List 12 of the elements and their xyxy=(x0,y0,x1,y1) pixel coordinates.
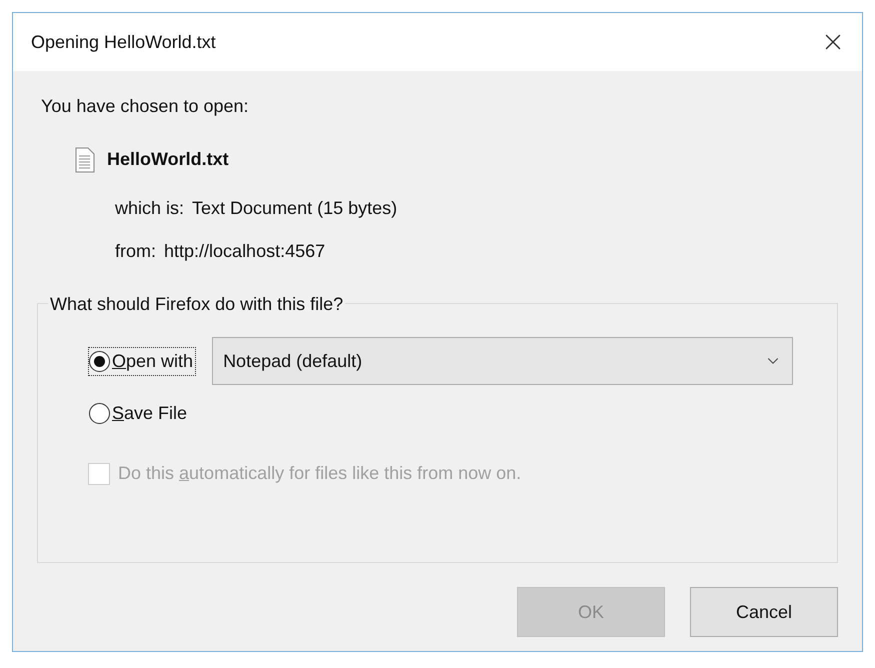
file-name: HelloWorld.txt xyxy=(107,148,229,171)
from-label: from: xyxy=(115,240,156,263)
type-label: which is: xyxy=(115,197,184,220)
radio-option[interactable]: Save File xyxy=(88,398,190,428)
dialog-button[interactable]: Cancel xyxy=(690,587,838,637)
type-value: Text Document (15 bytes) xyxy=(192,197,398,220)
from-value: http://localhost:4567 xyxy=(164,240,326,263)
document-icon xyxy=(75,146,95,172)
radio-option[interactable]: Open with xyxy=(88,346,196,376)
app-dropdown[interactable]: Notepad (default) xyxy=(212,337,793,385)
window-title: Opening HelloWorld.txt xyxy=(31,30,216,54)
intro-text: You have chosen to open: xyxy=(41,95,250,118)
